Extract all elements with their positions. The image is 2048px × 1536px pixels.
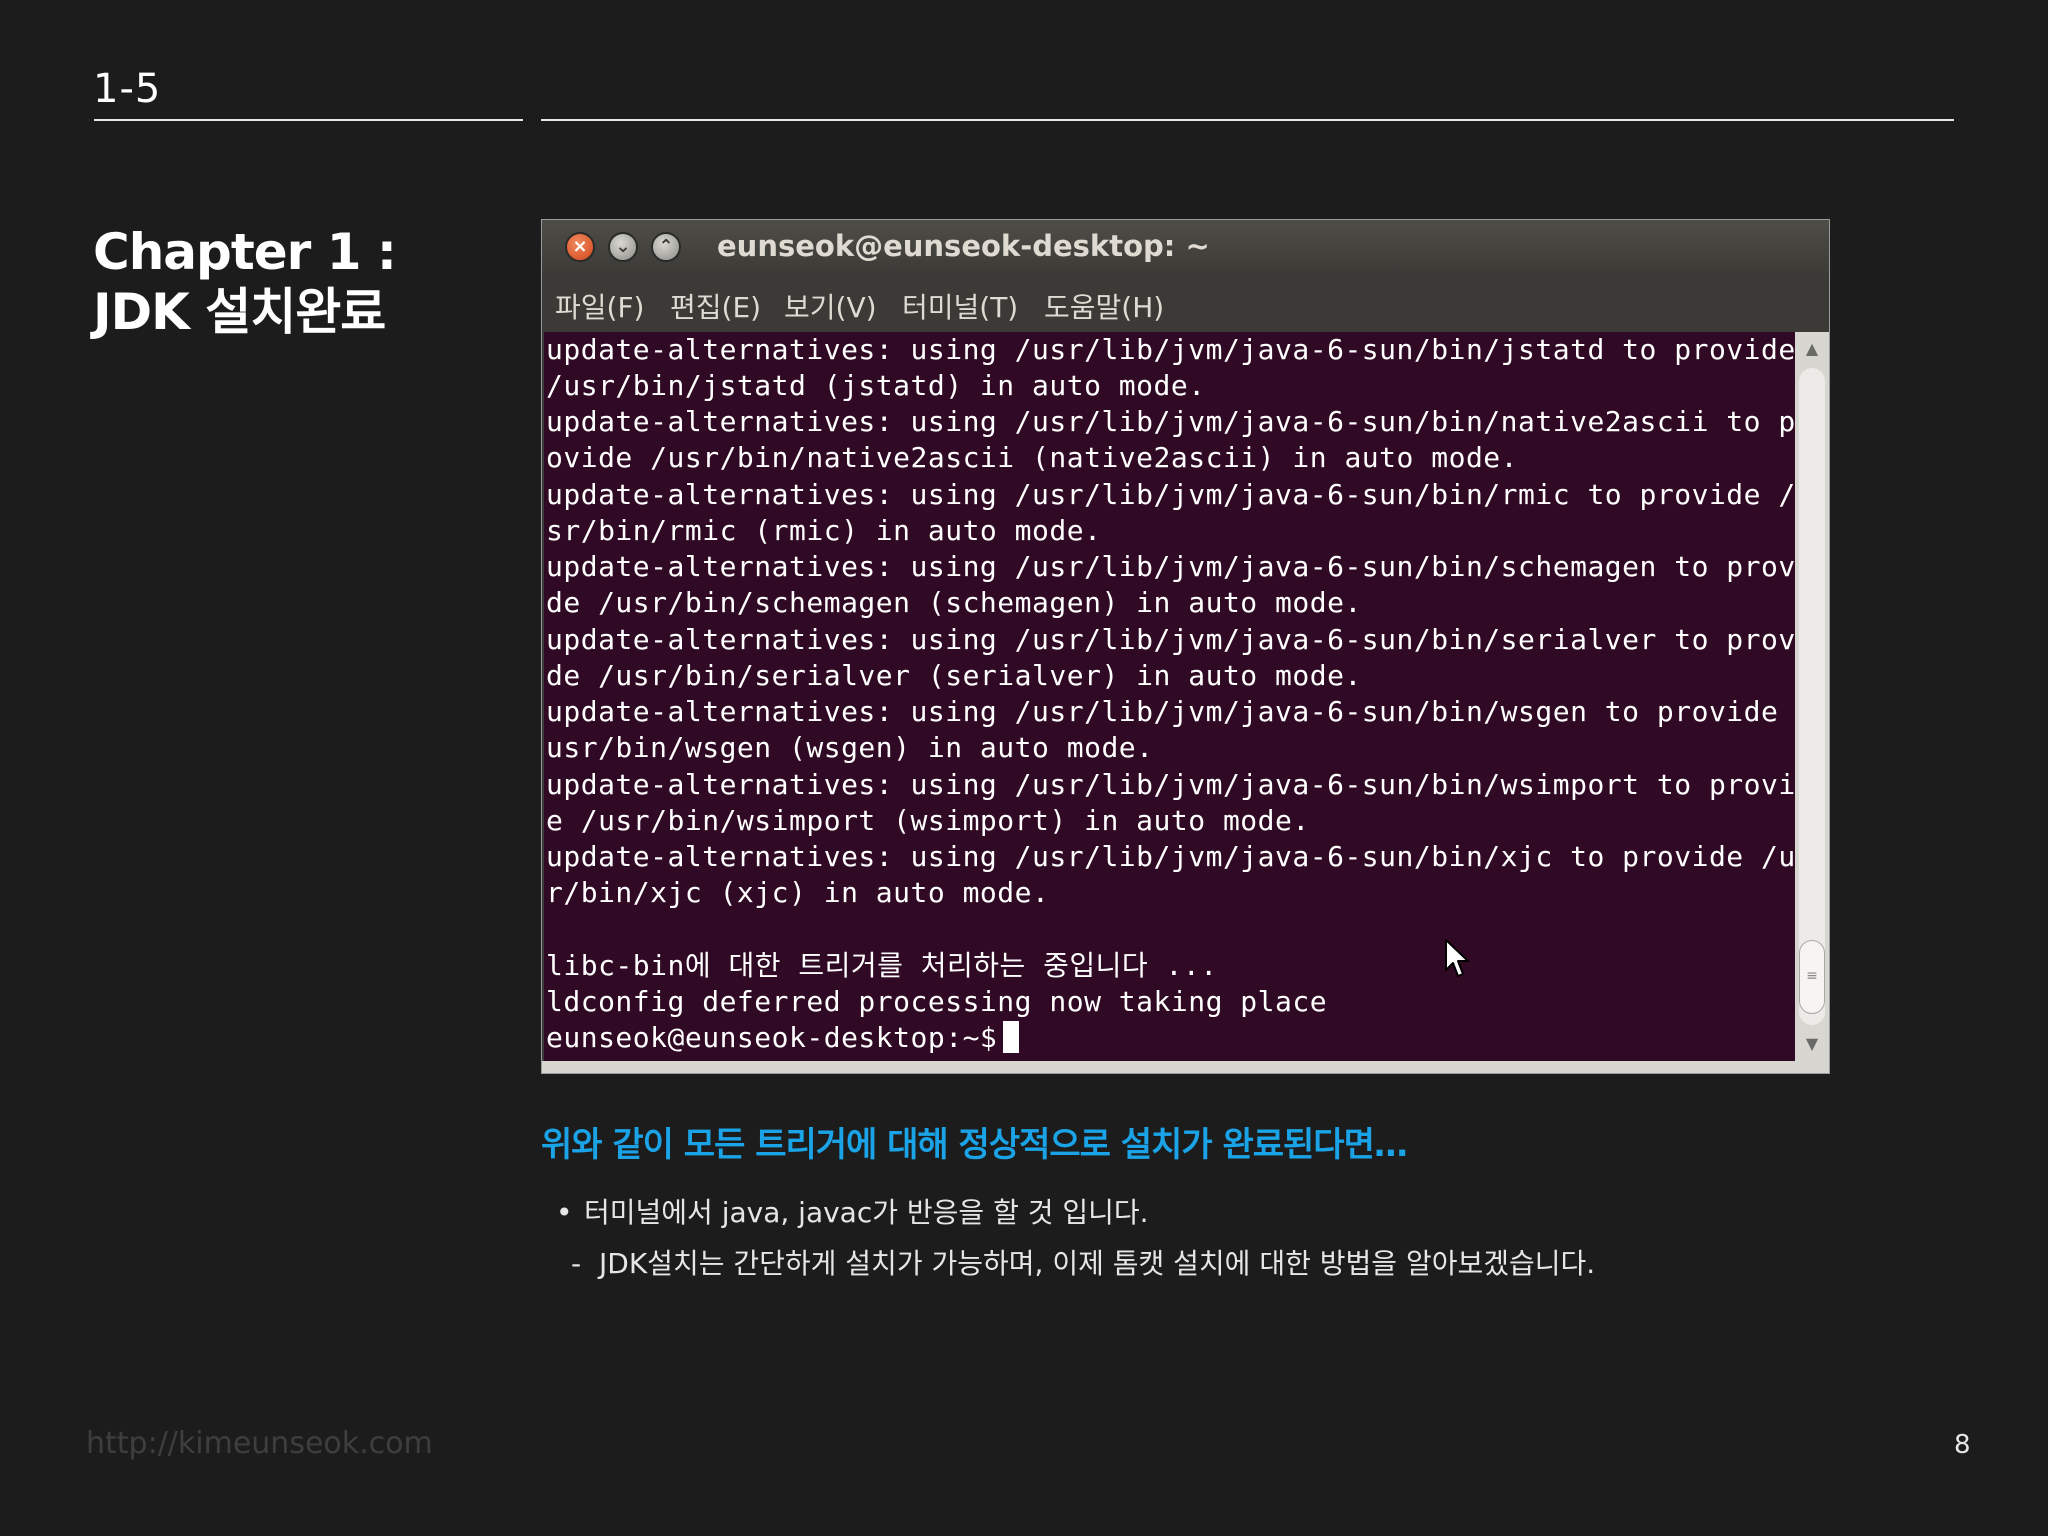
header-rule-left: [94, 119, 523, 121]
terminal-line: de /usr/bin/schemagen (schemagen) in aut…: [546, 586, 1362, 619]
mouse-pointer-icon: [1445, 939, 1469, 977]
scroll-down-icon[interactable]: ▼: [1795, 1029, 1829, 1059]
terminal-prompt: eunseok@eunseok-desktop:~$: [546, 1021, 998, 1054]
terminal-line: update-alternatives: using /usr/lib/jvm/…: [546, 768, 1795, 801]
terminal-bottom-frame: [542, 1061, 1829, 1073]
scroll-up-icon[interactable]: ▲: [1795, 334, 1829, 364]
menu-view[interactable]: 보기(V): [784, 286, 877, 326]
chapter-title-line2: JDK 설치완료: [93, 283, 386, 341]
footer-url: http://kimeunseok.com: [86, 1426, 433, 1461]
terminal-scrollbar[interactable]: ▲ ≡ ▼: [1795, 332, 1829, 1061]
terminal-line: usr/bin/wsgen (wsgen) in auto mode.: [546, 731, 1154, 764]
bullet-item: • 터미널에서 java, javac가 반응을 할 것 입니다.: [556, 1191, 1149, 1231]
terminal-line: sr/bin/rmic (rmic) in auto mode.: [546, 514, 1102, 547]
bullet-marker: •: [556, 1196, 573, 1229]
terminal-line: e /usr/bin/wsimport (wsimport) in auto m…: [546, 804, 1310, 837]
maximize-icon[interactable]: ⌃: [651, 232, 681, 262]
terminal-line: update-alternatives: using /usr/lib/jvm/…: [546, 695, 1795, 728]
menu-file[interactable]: 파일(F): [555, 286, 644, 326]
terminal-line: ldconfig deferred processing now taking …: [546, 985, 1328, 1018]
page-number: 8: [1954, 1430, 1971, 1460]
scroll-track[interactable]: ≡: [1799, 368, 1825, 1025]
terminal-cursor: [1003, 1021, 1020, 1053]
terminal-line: de /usr/bin/serialver (serialver) in aut…: [546, 659, 1362, 692]
scroll-thumb[interactable]: ≡: [1799, 940, 1825, 1014]
menu-help[interactable]: 도움말(H): [1044, 286, 1164, 326]
sub-bullet-text: JDK설치는 간단하게 설치가 가능하며, 이제 톰캣 설치에 대한 방법을 알…: [599, 1247, 1596, 1280]
terminal-line: update-alternatives: using /usr/lib/jvm/…: [546, 405, 1795, 438]
menu-terminal[interactable]: 터미널(T): [902, 286, 1018, 326]
chapter-title-line1: Chapter 1 :: [93, 223, 397, 281]
terminal-titlebar: × ⌄ ⌃ eunseok@eunseok-desktop: ~: [542, 220, 1829, 276]
terminal-line: update-alternatives: using /usr/lib/jvm/…: [546, 840, 1795, 873]
bullet-text: 터미널에서 java, javac가 반응을 할 것 입니다.: [584, 1196, 1149, 1229]
summary-heading: 위와 같이 모든 트리거에 대해 정상적으로 설치가 완료된다면…: [541, 1125, 1408, 1165]
terminal-window-title: eunseok@eunseok-desktop: ~: [717, 229, 1210, 263]
terminal-prompt-line[interactable]: eunseok@eunseok-desktop:~$: [546, 1020, 1020, 1056]
sub-bullet-item: - JDK설치는 간단하게 설치가 가능하며, 이제 톰캣 설치에 대한 방법을 …: [571, 1242, 1595, 1282]
header-rule-right: [541, 119, 1954, 121]
menu-edit[interactable]: 편집(E): [670, 286, 761, 326]
terminal-line: libc-bin에 대한 트리거를 처리하는 중입니다 ...: [546, 949, 1218, 982]
terminal-output[interactable]: update-alternatives: using /usr/lib/jvm/…: [544, 332, 1795, 1061]
chapter-title: Chapter 1 : JDK 설치완료: [93, 222, 397, 342]
terminal-line: ovide /usr/bin/native2ascii (native2asci…: [546, 441, 1519, 474]
terminal-line: update-alternatives: using /usr/lib/jvm/…: [546, 478, 1795, 511]
section-number: 1-5: [93, 66, 162, 112]
sub-bullet-marker: -: [571, 1247, 582, 1280]
terminal-line: update-alternatives: using /usr/lib/jvm/…: [546, 333, 1795, 366]
terminal-line: update-alternatives: using /usr/lib/jvm/…: [546, 623, 1795, 656]
terminal-line: update-alternatives: using /usr/lib/jvm/…: [546, 550, 1795, 583]
terminal-screenshot: × ⌄ ⌃ eunseok@eunseok-desktop: ~ 파일(F) 편…: [541, 219, 1830, 1074]
terminal-line: r/bin/xjc (xjc) in auto mode.: [546, 876, 1050, 909]
minimize-icon[interactable]: ⌄: [608, 232, 638, 262]
close-icon[interactable]: ×: [565, 232, 595, 262]
terminal-line: /usr/bin/jstatd (jstatd) in auto mode.: [546, 369, 1206, 402]
terminal-menubar: 파일(F) 편집(E) 보기(V) 터미널(T) 도움말(H): [542, 276, 1829, 332]
